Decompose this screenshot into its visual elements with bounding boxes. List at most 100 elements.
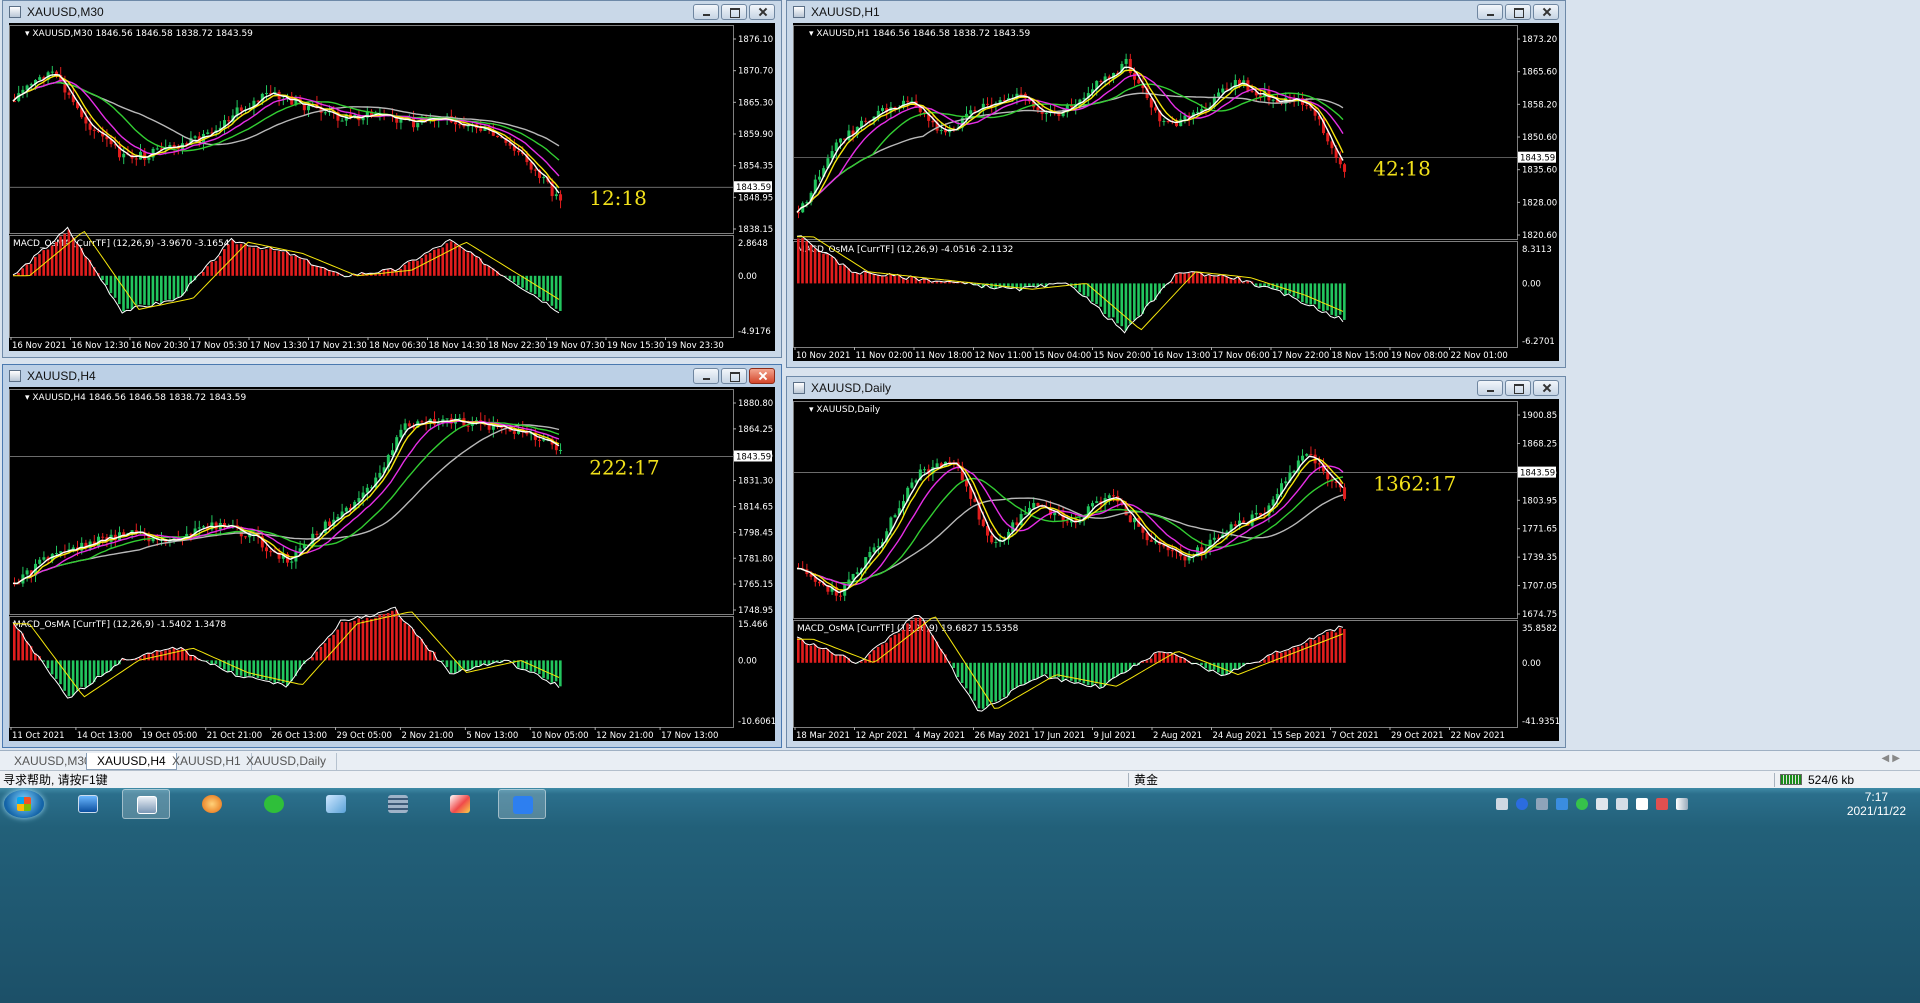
price-axis-label: 1850.60 bbox=[1522, 133, 1557, 143]
macd-histogram-bar bbox=[855, 273, 859, 284]
chart-window-m30[interactable]: XAUUSD,M30 ▾ XAUUSD,M30 1846.56 1846.58 … bbox=[2, 0, 782, 358]
macd-histogram-bar bbox=[1007, 662, 1010, 696]
candle-body bbox=[512, 431, 516, 434]
macd-histogram-bar bbox=[1200, 662, 1203, 666]
app-task-paint[interactable] bbox=[436, 789, 484, 819]
close-button[interactable] bbox=[1533, 380, 1559, 396]
candle-body bbox=[965, 480, 969, 487]
macd-histogram-bar bbox=[407, 261, 411, 276]
candle-body bbox=[315, 533, 319, 536]
price-chart[interactable]: ▾ XAUUSD,H1 1846.56 1846.58 1838.72 1843… bbox=[793, 23, 1559, 361]
moving-average-line bbox=[12, 420, 560, 585]
speaker-icon[interactable] bbox=[1616, 798, 1628, 810]
chart-info-label: ▾ XAUUSD,M30 1846.56 1846.58 1838.72 184… bbox=[25, 29, 253, 39]
metatrader-task[interactable] bbox=[122, 789, 170, 819]
chart-window-h4[interactable]: XAUUSD,H4 ▾ XAUUSD,H4 1846.56 1846.58 18… bbox=[2, 364, 782, 748]
price-axis-label: 1798.45 bbox=[738, 528, 773, 538]
candle-body bbox=[420, 421, 424, 423]
candle-body bbox=[1309, 454, 1313, 456]
maximize-button[interactable] bbox=[721, 4, 747, 20]
candle-body bbox=[839, 595, 843, 597]
desktop-icon[interactable] bbox=[64, 789, 112, 819]
macd-histogram-bar bbox=[1330, 631, 1334, 663]
macd-histogram-bar bbox=[822, 253, 825, 284]
macd-histogram-bar bbox=[189, 655, 193, 661]
keyboard-icon[interactable] bbox=[1496, 798, 1508, 810]
macd-histogram-bar bbox=[13, 624, 16, 661]
flag-icon[interactable] bbox=[1636, 798, 1648, 810]
minimize-button[interactable] bbox=[693, 368, 719, 384]
chart-canvas[interactable]: ▾ XAUUSD,H4 1846.56 1846.58 1838.72 1843… bbox=[9, 387, 775, 741]
close-button[interactable] bbox=[749, 4, 775, 20]
mute-icon[interactable] bbox=[1656, 798, 1668, 810]
wechat-icon bbox=[264, 795, 284, 813]
time-axis-label: 15 Nov 04:00 bbox=[1034, 351, 1091, 361]
minimize-button[interactable] bbox=[693, 4, 719, 20]
macd-histogram-bar bbox=[1124, 283, 1128, 331]
tab-xauusd-daily[interactable]: XAUUSD,Daily bbox=[236, 753, 338, 770]
macd-axis-label: 2.8648 bbox=[738, 239, 768, 249]
time-axis-label: 26 May 2021 bbox=[975, 731, 1030, 741]
app-task-network[interactable] bbox=[374, 789, 422, 819]
window-titlebar[interactable]: XAUUSD,H4 bbox=[3, 365, 781, 387]
start-button[interactable] bbox=[4, 790, 44, 818]
macd-histogram-bar bbox=[843, 264, 846, 284]
wechat-task[interactable] bbox=[250, 789, 298, 819]
macd-histogram-bar bbox=[176, 275, 180, 298]
price-chart[interactable]: ▾ XAUUSD,Daily1900.851868.251836.251803.… bbox=[793, 399, 1559, 741]
status-profile[interactable]: 黄金 bbox=[1134, 772, 1158, 788]
app-task-orange[interactable] bbox=[188, 789, 236, 819]
price-chart[interactable]: ▾ XAUUSD,H4 1846.56 1846.58 1838.72 1843… bbox=[9, 387, 775, 741]
help-icon[interactable] bbox=[1516, 798, 1528, 810]
candle-body bbox=[1128, 515, 1132, 523]
macd-histogram-bar bbox=[122, 275, 125, 312]
close-button[interactable] bbox=[749, 368, 775, 384]
chat-icon[interactable] bbox=[1576, 798, 1588, 810]
app-task-notepad[interactable] bbox=[312, 789, 360, 819]
time-axis-label: 24 Aug 2021 bbox=[1213, 731, 1267, 741]
macd-histogram-bar bbox=[80, 660, 83, 687]
main-pane-frame bbox=[9, 389, 734, 615]
macd-histogram-bar bbox=[813, 644, 817, 663]
macd-histogram-bar bbox=[344, 621, 348, 661]
time-axis-label: 19 Nov 15:30 bbox=[607, 341, 664, 351]
window-titlebar[interactable]: XAUUSD,H1 bbox=[787, 1, 1565, 23]
macd-histogram-bar bbox=[830, 256, 834, 284]
maximize-button[interactable] bbox=[721, 368, 747, 384]
price-chart[interactable]: ▾ XAUUSD,M30 1846.56 1846.58 1838.72 184… bbox=[9, 23, 775, 351]
chart-window-h1[interactable]: XAUUSD,H1 ▾ XAUUSD,H1 1846.56 1846.58 18… bbox=[786, 0, 1566, 368]
chart-window-daily[interactable]: XAUUSD,Daily ▾ XAUUSD,Daily 1900.85 1868.2… bbox=[786, 376, 1566, 748]
maximize-button[interactable] bbox=[1505, 380, 1531, 396]
shield-icon[interactable] bbox=[1556, 798, 1568, 810]
maximize-button[interactable] bbox=[1505, 4, 1531, 20]
macd-histogram-bar bbox=[1175, 274, 1178, 284]
macd-histogram-bar bbox=[1267, 655, 1271, 663]
macd-histogram-bar bbox=[1061, 662, 1065, 681]
candle-body bbox=[458, 418, 462, 420]
minimize-button[interactable] bbox=[1477, 380, 1503, 396]
system-tray: 7:17 2021/11/22 bbox=[1496, 788, 1916, 820]
chart-tab-bar: XAUUSD,M30 XAUUSD,H4 XAUUSD,H1 XAUUSD,Da… bbox=[0, 750, 1920, 770]
macd-histogram-bar bbox=[218, 256, 222, 276]
usb-icon[interactable] bbox=[1596, 798, 1608, 810]
window-titlebar[interactable]: XAUUSD,M30 bbox=[3, 1, 781, 23]
settings-icon[interactable] bbox=[1536, 798, 1548, 810]
time-axis-label: 17 Jun 2021 bbox=[1034, 731, 1085, 741]
macd-histogram-bar bbox=[168, 649, 172, 661]
signal-icon[interactable] bbox=[1676, 798, 1688, 810]
app-task-blue[interactable] bbox=[498, 789, 546, 819]
macd-histogram-bar bbox=[1313, 640, 1317, 663]
current-price-label: 1843.59 bbox=[1520, 469, 1555, 479]
candle-body bbox=[1343, 164, 1347, 172]
macd-histogram-bar bbox=[25, 641, 29, 661]
chart-canvas[interactable]: ▾ XAUUSD,Daily1900.851868.251836.251803.… bbox=[793, 399, 1559, 741]
macd-histogram-bar bbox=[923, 278, 926, 284]
close-button[interactable] bbox=[1533, 4, 1559, 20]
chart-canvas[interactable]: ▾ XAUUSD,M30 1846.56 1846.58 1838.72 184… bbox=[9, 23, 775, 351]
moving-average-line bbox=[12, 75, 560, 189]
minimize-button[interactable] bbox=[1477, 4, 1503, 20]
window-titlebar[interactable]: XAUUSD,Daily bbox=[787, 377, 1565, 399]
chart-canvas[interactable]: ▾ XAUUSD,H1 1846.56 1846.58 1838.72 1843… bbox=[793, 23, 1559, 361]
tab-scroll-arrows[interactable]: ◀ ▶ bbox=[1881, 753, 1900, 764]
system-clock[interactable]: 7:17 2021/11/22 bbox=[1847, 790, 1906, 818]
